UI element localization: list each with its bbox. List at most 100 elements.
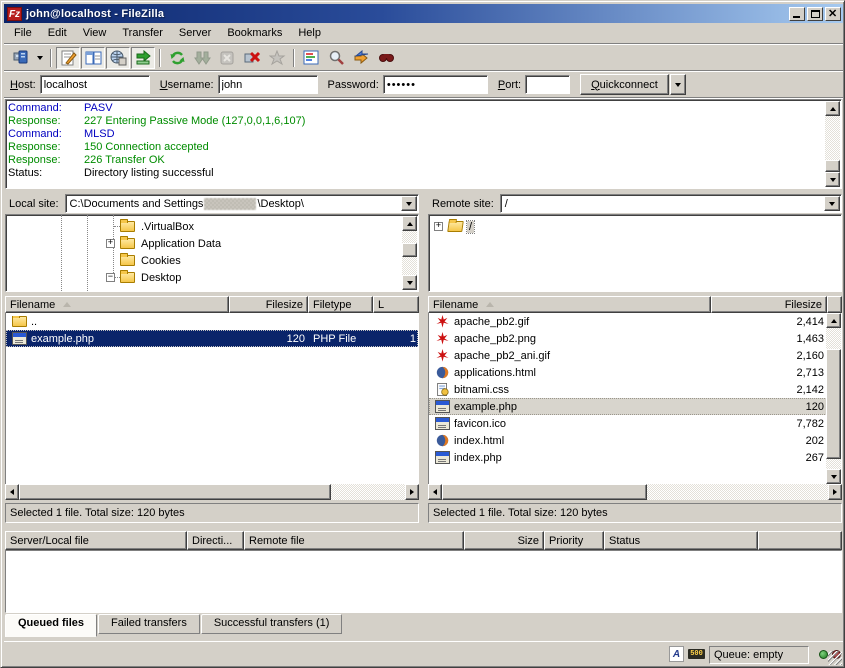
tree-item-cookies[interactable]: Cookies xyxy=(106,252,183,269)
disconnect-button[interactable] xyxy=(240,47,264,69)
scroll-down-button[interactable] xyxy=(402,275,417,290)
scroll-thumb[interactable] xyxy=(402,243,417,257)
folder-icon xyxy=(120,255,135,266)
tree-item-desktop[interactable]: − Desktop xyxy=(106,269,183,286)
title-bar[interactable]: Fz john@localhost - FileZilla ✕ xyxy=(4,4,843,23)
column-header-last-modified[interactable]: L xyxy=(373,296,419,313)
css-file-icon xyxy=(435,383,450,396)
apache-feather-icon xyxy=(435,315,450,328)
minimize-button[interactable] xyxy=(789,7,805,21)
file-row-updir[interactable]: .. xyxy=(6,313,418,330)
file-row-example-php[interactable]: example.php 120 PHP File 1 xyxy=(6,330,418,347)
file-row[interactable]: applications.html 2,713 xyxy=(429,364,841,381)
scroll-thumb[interactable] xyxy=(19,484,331,500)
column-header-filename[interactable]: Filename xyxy=(428,296,711,313)
file-row[interactable]: index.html 202 xyxy=(429,432,841,449)
column-header-filetype[interactable]: Filetype xyxy=(308,296,373,313)
menu-view[interactable]: View xyxy=(75,25,115,41)
port-input[interactable] xyxy=(525,75,570,94)
file-row[interactable]: bitnami.css 2,142 xyxy=(429,381,841,398)
maximize-button[interactable] xyxy=(807,7,823,21)
scroll-up-button[interactable] xyxy=(826,313,841,328)
username-input[interactable] xyxy=(218,75,318,94)
expand-plus-icon[interactable]: + xyxy=(434,222,443,231)
quickconnect-dropdown[interactable] xyxy=(670,74,686,95)
toolbar-separator xyxy=(159,49,161,67)
scroll-thumb[interactable] xyxy=(826,349,841,459)
local-site-combo[interactable]: C:\Documents and Settings\Desktop\ xyxy=(65,194,419,213)
column-header-size[interactable]: Size xyxy=(464,531,544,550)
toggle-local-tree-button[interactable] xyxy=(81,47,105,69)
refresh-button[interactable] xyxy=(165,47,189,69)
menu-transfer[interactable]: Transfer xyxy=(114,25,171,41)
file-row-example-php[interactable]: example.php 120 xyxy=(429,398,841,415)
site-manager-dropdown[interactable] xyxy=(33,47,46,69)
tab-queued-files[interactable]: Queued files xyxy=(5,614,97,637)
host-input[interactable] xyxy=(40,75,150,94)
scroll-up-button[interactable] xyxy=(402,216,417,231)
expand-plus-icon[interactable]: + xyxy=(106,239,115,248)
site-manager-button[interactable] xyxy=(8,47,32,69)
column-header-priority[interactable]: Priority xyxy=(544,531,604,550)
tab-successful-transfers[interactable]: Successful transfers (1) xyxy=(201,614,343,634)
toggle-queue-button[interactable] xyxy=(131,47,155,69)
menu-edit[interactable]: Edit xyxy=(40,25,75,41)
remote-list-hscrollbar[interactable] xyxy=(428,484,842,500)
file-row[interactable]: apache_pb2.png 1,463 xyxy=(429,330,841,347)
filter-button[interactable] xyxy=(299,47,323,69)
scroll-left-button[interactable] xyxy=(5,484,19,500)
find-files-button[interactable] xyxy=(374,47,398,69)
column-header-remote-file[interactable]: Remote file xyxy=(244,531,464,550)
local-selection-summary: Selected 1 file. Total size: 120 bytes xyxy=(10,507,185,519)
toggle-remote-tree-button[interactable] xyxy=(106,47,130,69)
directory-comparison-button[interactable] xyxy=(324,47,348,69)
scroll-thumb[interactable] xyxy=(825,160,840,172)
tab-failed-transfers[interactable]: Failed transfers xyxy=(98,614,200,634)
process-queue-button[interactable] xyxy=(190,47,214,69)
scroll-left-button[interactable] xyxy=(428,484,442,500)
scroll-down-button[interactable] xyxy=(826,469,841,484)
expand-minus-icon[interactable]: − xyxy=(106,273,115,282)
reconnect-button[interactable] xyxy=(265,47,289,69)
remote-site-row: Remote site: / xyxy=(428,193,842,214)
cancel-button[interactable] xyxy=(215,47,239,69)
column-header-filesize[interactable]: Filesize xyxy=(229,296,308,313)
sort-ascending-icon xyxy=(486,302,494,307)
column-header-direction[interactable]: Directi... xyxy=(187,531,244,550)
queue-list[interactable] xyxy=(5,550,842,613)
local-list-hscrollbar[interactable] xyxy=(5,484,419,500)
column-header-filename[interactable]: Filename xyxy=(5,296,229,313)
column-header-server-local-file[interactable]: Server/Local file xyxy=(5,531,187,550)
menu-help[interactable]: Help xyxy=(290,25,329,41)
log-scrollbar[interactable] xyxy=(825,101,840,187)
file-row[interactable]: apache_pb2.gif 2,414 xyxy=(429,313,841,330)
tree-item-application-data[interactable]: + Application Data xyxy=(106,235,223,252)
scroll-thumb[interactable] xyxy=(442,484,647,500)
file-row[interactable]: index.php 267 xyxy=(429,449,841,466)
resize-grip[interactable] xyxy=(828,651,842,665)
menu-server[interactable]: Server xyxy=(171,25,219,41)
remote-site-combo[interactable]: / xyxy=(500,194,842,213)
file-row[interactable]: apache_pb2_ani.gif 2,160 xyxy=(429,347,841,364)
close-button[interactable]: ✕ xyxy=(825,7,841,21)
file-row[interactable]: favicon.ico 7,782 xyxy=(429,415,841,432)
scroll-right-button[interactable] xyxy=(405,484,419,500)
remote-list-scrollbar[interactable] xyxy=(826,313,841,484)
scroll-up-button[interactable] xyxy=(825,101,840,116)
toggle-log-button[interactable] xyxy=(56,47,80,69)
local-tree-scrollbar[interactable] xyxy=(402,216,417,290)
local-site-dropdown[interactable] xyxy=(401,196,417,211)
column-header-filesize[interactable]: Filesize xyxy=(711,296,827,313)
remote-site-dropdown[interactable] xyxy=(824,196,840,211)
scroll-right-button[interactable] xyxy=(828,484,842,500)
tree-item-root[interactable]: + / xyxy=(434,218,474,235)
menu-bookmarks[interactable]: Bookmarks xyxy=(219,25,290,41)
password-input[interactable] xyxy=(383,75,488,94)
scroll-down-button[interactable] xyxy=(825,172,840,187)
tree-item-virtualbox[interactable]: .VirtualBox xyxy=(106,218,196,235)
quickconnect-button[interactable]: Quickconnect xyxy=(580,74,669,95)
column-header-status[interactable]: Status xyxy=(604,531,758,550)
php-file-icon xyxy=(435,400,450,413)
sync-browsing-button[interactable] xyxy=(349,47,373,69)
menu-file[interactable]: File xyxy=(6,25,40,41)
